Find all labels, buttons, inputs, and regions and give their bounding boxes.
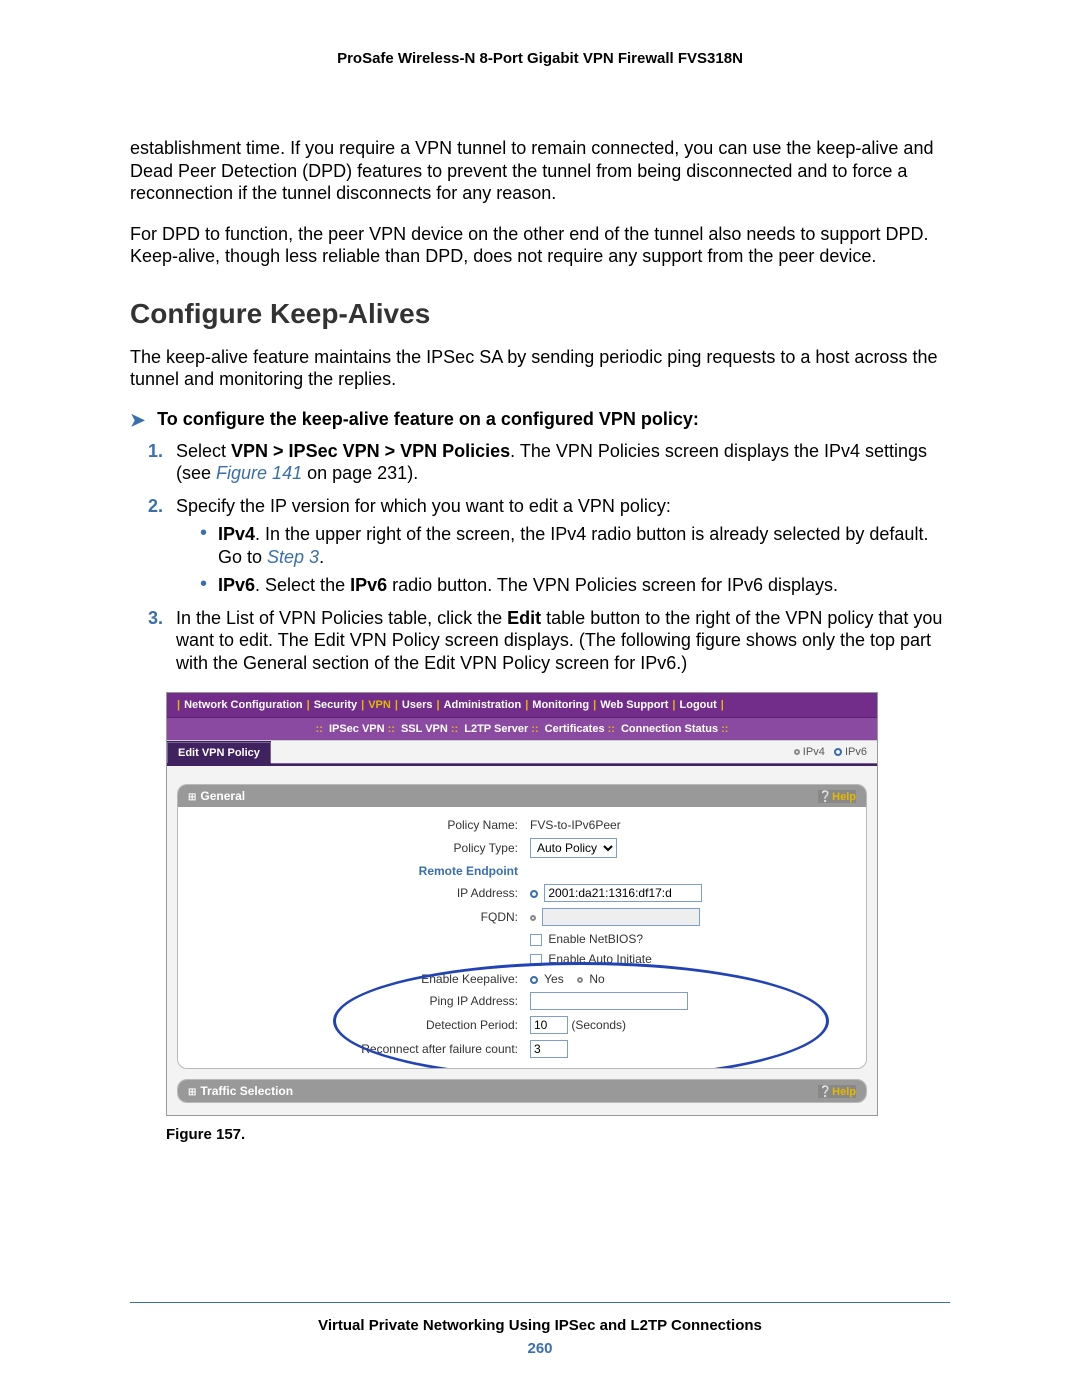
policy-name-value: FVS-to-IPv6Peer (526, 818, 866, 832)
policy-type-label: Policy Type: (178, 841, 526, 855)
figure-link[interactable]: Figure 141 (216, 463, 302, 483)
step-1-after: on page 231). (302, 463, 418, 483)
ipv6-a: . Select the (255, 575, 350, 595)
step-1: 1. Select VPN > IPSec VPN > VPN Policies… (148, 440, 950, 485)
remote-endpoint-subhead: Remote Endpoint (178, 864, 526, 878)
submenu-item[interactable]: SSL VPN (401, 723, 448, 735)
menu-path-bold: VPN > IPSec VPN > VPN Policies (231, 441, 510, 461)
ipv4-text: . In the upper right of the screen, the … (218, 524, 928, 567)
step-3: 3. In the List of VPN Policies table, cl… (148, 607, 950, 675)
policy-type-select[interactable]: Auto Policy (530, 838, 617, 858)
step-2: 2. Specify the IP version for which you … (148, 495, 950, 597)
bullet-ipv6: IPv6. Select the IPv6 radio button. The … (200, 574, 950, 597)
checkbox-netbios[interactable] (530, 934, 542, 946)
submenu-item[interactable]: L2TP Server (464, 723, 528, 735)
ipv4-bold: IPv4 (218, 524, 255, 544)
detection-period-input[interactable] (530, 1016, 568, 1034)
ipv4-dot: . (319, 547, 324, 567)
section-heading: Configure Keep-Alives (130, 298, 950, 330)
step3-a: In the List of VPN Policies table, click… (176, 608, 507, 628)
menu-item[interactable]: Users (402, 699, 433, 711)
ipv6-bold: IPv6 (218, 575, 255, 595)
detection-period-label: Detection Period: (178, 1018, 526, 1032)
step-number: 3. (148, 607, 163, 630)
checkbox-autoinit[interactable] (530, 954, 542, 966)
grid-icon: ⊞ (188, 792, 196, 803)
tab-edit-vpn-policy[interactable]: Edit VPN Policy (167, 742, 271, 763)
tab-row: Edit VPN Policy IPv4 IPv6 (167, 740, 877, 764)
ip-version-selector: IPv4 IPv6 (271, 741, 877, 764)
radio-keepalive-no[interactable] (577, 977, 583, 983)
step-2-text: Specify the IP version for which you wan… (176, 496, 671, 516)
radio-ipv4[interactable] (794, 749, 800, 755)
step-number: 1. (148, 440, 163, 463)
footer-chapter: Virtual Private Networking Using IPSec a… (130, 1317, 950, 1334)
netbios-label: Enable NetBIOS? (548, 932, 643, 946)
fqdn-input[interactable] (542, 908, 700, 926)
menu-item[interactable]: Network Configuration (184, 699, 303, 711)
radio-fqdn[interactable] (530, 915, 536, 921)
submenu-item[interactable]: Connection Status (621, 723, 718, 735)
paragraph-3: The keep-alive feature maintains the IPS… (130, 346, 950, 391)
menu-item[interactable]: Logout (680, 699, 717, 711)
fqdn-label: FQDN: (178, 910, 526, 924)
chevron-right-icon: ➤ (130, 411, 145, 429)
sub-menu-bar: :: IPSec VPN:: SSL VPN:: L2TP Server:: C… (167, 718, 877, 740)
document-header: ProSafe Wireless-N 8-Port Gigabit VPN Fi… (130, 50, 950, 67)
help-link[interactable]: ❔Help (818, 1085, 856, 1098)
no-label: No (589, 972, 604, 986)
paragraph-1: establishment time. If you require a VPN… (130, 137, 950, 205)
grid-icon: ⊞ (188, 1087, 196, 1098)
ipv6-label: IPv6 (845, 746, 867, 758)
footer-page-number: 260 (130, 1340, 950, 1357)
keepalive-label: Enable Keepalive: (178, 972, 526, 986)
submenu-item[interactable]: IPSec VPN (329, 723, 385, 735)
policy-name-label: Policy Name: (178, 818, 526, 832)
step-number: 2. (148, 495, 163, 518)
ip-address-label: IP Address: (178, 886, 526, 900)
traffic-selection-panel: ⊞ Traffic Selection ❔Help (177, 1079, 867, 1103)
menu-item[interactable]: Web Support (600, 699, 668, 711)
reconnect-input[interactable] (530, 1040, 568, 1058)
menu-item[interactable]: Administration (444, 699, 522, 711)
ping-ip-label: Ping IP Address: (178, 994, 526, 1008)
menu-item-active[interactable]: VPN (368, 699, 391, 711)
menu-item[interactable]: Security (314, 699, 357, 711)
page-footer: Virtual Private Networking Using IPSec a… (130, 1302, 950, 1357)
procedure-lead: ➤ To configure the keep-alive feature on… (130, 409, 950, 430)
detection-unit: (Seconds) (571, 1018, 626, 1032)
figure-caption: Figure 157. (166, 1126, 950, 1143)
traffic-selection-title: Traffic Selection (200, 1084, 293, 1098)
step-1-pre: Select (176, 441, 231, 461)
paragraph-2: For DPD to function, the peer VPN device… (130, 223, 950, 268)
step-link-3[interactable]: Step 3 (267, 547, 319, 567)
general-panel: ⊞ General ❔Help Policy Name: FVS-to-IPv6P… (177, 784, 867, 1069)
edit-bold: Edit (507, 608, 541, 628)
general-title: General (200, 789, 245, 803)
ipv4-label: IPv4 (803, 746, 825, 758)
ip-address-input[interactable] (544, 884, 702, 902)
help-link[interactable]: ❔Help (818, 790, 856, 803)
ping-ip-input[interactable] (530, 992, 688, 1010)
ipv6-b: radio button. The VPN Policies screen fo… (387, 575, 838, 595)
radio-ipv6[interactable] (834, 748, 842, 756)
bullet-ipv4: IPv4. In the upper right of the screen, … (200, 523, 950, 568)
radio-ip-address[interactable] (530, 890, 538, 898)
ipv6-bold2: IPv6 (350, 575, 387, 595)
figure-screenshot: | Network Configuration| Security| VPN| … (166, 692, 878, 1116)
reconnect-label: Reconnect after failure count: (178, 1042, 526, 1056)
procedure-lead-text: To configure the keep-alive feature on a… (157, 409, 699, 430)
top-menu-bar: | Network Configuration| Security| VPN| … (167, 693, 877, 718)
yes-label: Yes (544, 972, 564, 986)
menu-item[interactable]: Monitoring (532, 699, 589, 711)
autoinit-label: Enable Auto Initiate (548, 952, 651, 966)
submenu-item[interactable]: Certificates (545, 723, 605, 735)
radio-keepalive-yes[interactable] (530, 976, 538, 984)
